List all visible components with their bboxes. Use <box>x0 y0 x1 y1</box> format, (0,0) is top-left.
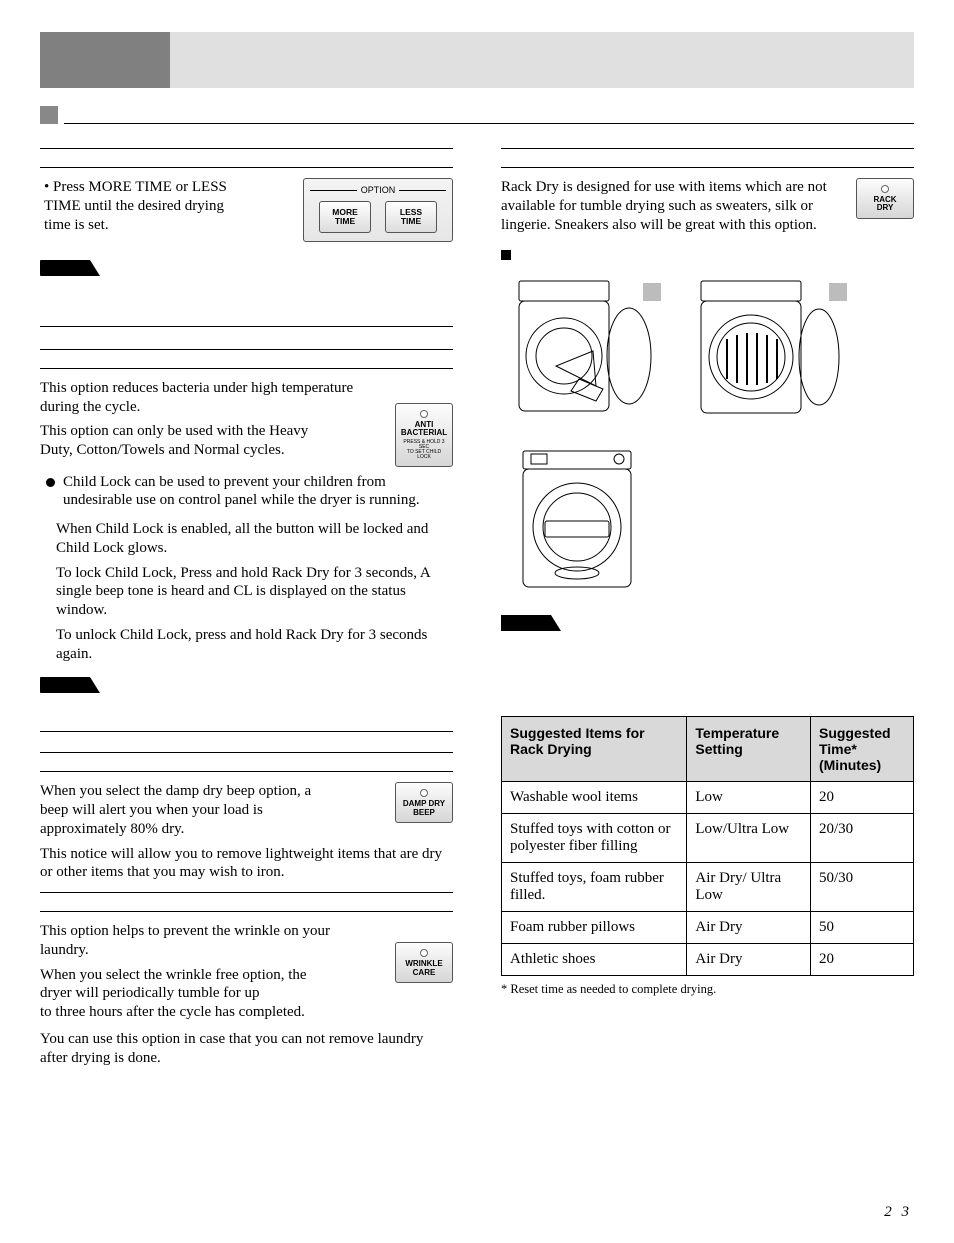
more-time-button[interactable]: MORE TIME <box>319 201 371 233</box>
dryer-open-icon <box>501 271 661 429</box>
child-text-4: To unlock Child Lock, press and hold Rac… <box>56 626 453 664</box>
rack-dry-button[interactable]: RACK DRY <box>856 178 914 219</box>
section-head <box>40 752 453 772</box>
dryer-closed-icon <box>501 443 661 601</box>
dryer-diagram-open <box>501 271 661 429</box>
child-text-3: To lock Child Lock, Press and hold Rack … <box>56 564 453 620</box>
anti-text-1: This option reduces bacteria under high … <box>40 379 453 417</box>
anti-bacterial-button[interactable]: ANTI BACTERIAL PRESS & HOLD 3 SEC TO SET… <box>395 403 453 467</box>
dryer-rack-icon <box>687 271 847 429</box>
wrinkle-text-1: This option helps to prevent the wrinkle… <box>40 922 330 960</box>
note-placeholder <box>40 285 453 327</box>
option-label: OPTION <box>361 185 396 195</box>
table-row: Athletic shoes Air Dry 20 <box>502 944 914 976</box>
table-row: Stuffed toys, foam rubber filled. Air Dr… <box>502 863 914 912</box>
note-flag <box>40 260 90 276</box>
page-number: 2 3 <box>884 1204 912 1221</box>
child-text-2: When Child Lock is enabled, all the butt… <box>56 520 453 558</box>
table-header-items: Suggested Items for Rack Drying <box>502 717 687 782</box>
square-marker <box>501 250 511 260</box>
rack-btn-line2: DRY <box>861 204 909 212</box>
table-row: Washable wool items Low 20 <box>502 782 914 814</box>
bullet-icon <box>46 478 55 487</box>
left-column: OPTION MORE TIME LESS TIME • Press MORE … <box>40 134 453 1073</box>
option-panel: OPTION MORE TIME LESS TIME <box>303 178 453 242</box>
damp-text-2: This notice will allow you to remove lig… <box>40 845 453 883</box>
rack-dry-table: Suggested Items for Rack Drying Temperat… <box>501 716 914 976</box>
footnote: * Reset time as needed to complete dryin… <box>501 982 914 997</box>
table-header-temp: Temperature Setting <box>687 717 811 782</box>
rack-text: Rack Dry is designed for use with items … <box>501 178 914 234</box>
note-flag <box>501 615 551 631</box>
dryer-diagram-rack <box>687 271 847 429</box>
time-set-text: • Press MORE TIME or LESS TIME until the… <box>40 178 230 234</box>
table-row: Stuffed toys with cotton or polyester fi… <box>502 814 914 863</box>
note-flag <box>40 677 90 693</box>
note-placeholder <box>40 702 453 732</box>
section-head <box>40 892 453 912</box>
anti-btn-tiny: PRESS & HOLD 3 SEC TO SET CHILD LOCK <box>400 440 448 461</box>
damp-dry-beep-button[interactable]: DAMP DRY BEEP <box>395 782 453 823</box>
anti-btn-line2: BACTERIAL <box>400 429 448 437</box>
section-head <box>40 349 453 369</box>
wrinkle-text-2a: When you select the wrinkle free option,… <box>40 966 330 1004</box>
section-head <box>40 148 453 168</box>
anti-text-2: This option can only be used with the He… <box>40 422 340 460</box>
less-time-button[interactable]: LESS TIME <box>385 201 437 233</box>
section-rule <box>40 106 914 124</box>
wrinkle-text-3: You can use this option in case that you… <box>40 1030 453 1068</box>
wrinkle-btn-line2: CARE <box>400 969 448 977</box>
note-placeholder <box>501 636 914 706</box>
child-text-1: Child Lock can be used to prevent your c… <box>63 473 453 511</box>
header-tab <box>40 32 170 88</box>
right-column: RACK DRY Rack Dry is designed for use wi… <box>501 134 914 1073</box>
damp-btn-line2: BEEP <box>400 809 448 817</box>
table-header-time: Suggested Time* (Minutes) <box>810 717 913 782</box>
damp-text-1: When you select the damp dry beep option… <box>40 782 330 838</box>
wrinkle-text-2b: to three hours after the cycle has compl… <box>40 1003 453 1022</box>
dryer-diagram-closed <box>501 443 661 601</box>
wrinkle-care-button[interactable]: WRINKLE CARE <box>395 942 453 983</box>
header-bar <box>40 32 914 88</box>
table-row: Foam rubber pillows Air Dry 50 <box>502 912 914 944</box>
section-head <box>501 148 914 168</box>
